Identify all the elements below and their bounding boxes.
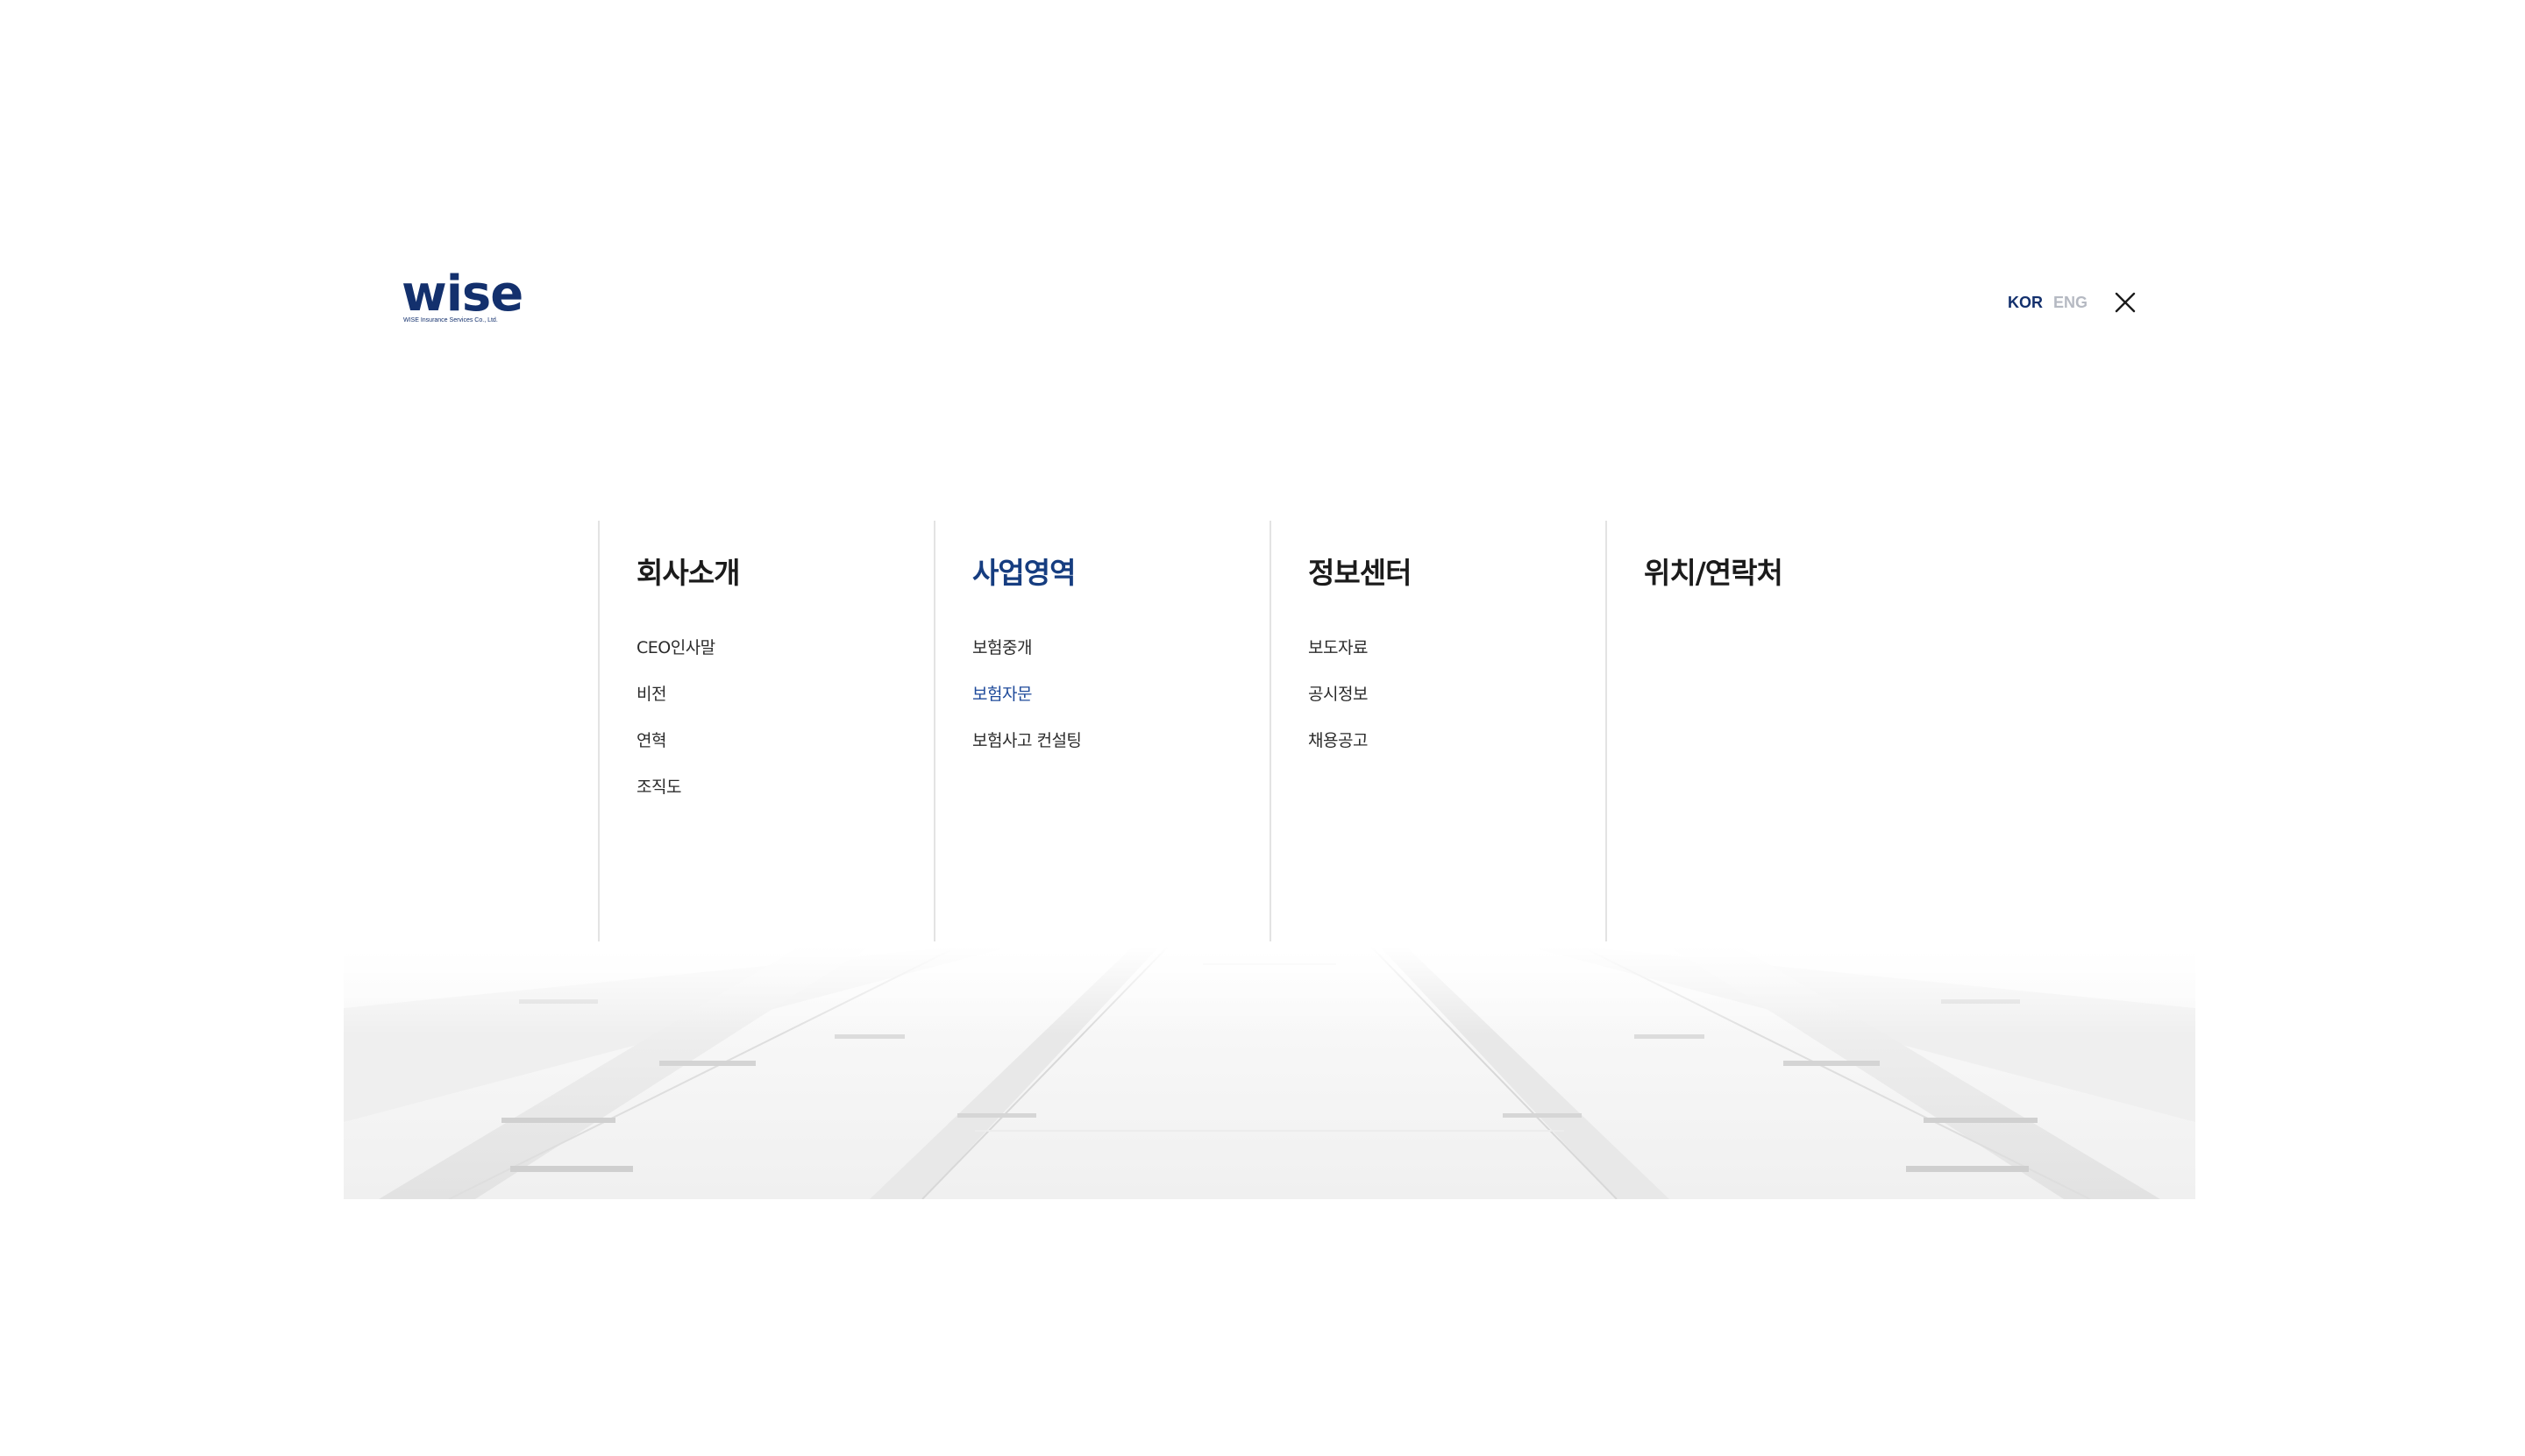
menu-column-business: 사업영역 보험중개 보험자문 보험사고 컨설팅: [934, 521, 1270, 941]
language-switch: KOR ENG: [2008, 293, 2088, 312]
menu-column-company: 회사소개 CEO인사말 비전 연혁 조직도: [598, 521, 934, 941]
company-logo[interactable]: wise WISE Insurance Services Co., Ltd.: [402, 268, 523, 328]
submenu-info: 보도자료 공시정보 채용공고: [1308, 636, 1605, 752]
menu-title-company[interactable]: 회사소개: [637, 556, 934, 591]
submenu-item-ceo-message[interactable]: CEO인사말: [637, 636, 934, 659]
menu-title-info[interactable]: 정보센터: [1308, 556, 1605, 591]
building-perspective-graphic: [344, 947, 2195, 1199]
submenu-item-claims-consulting[interactable]: 보험사고 컨설팅: [972, 729, 1270, 752]
menu-column-info: 정보센터 보도자료 공시정보 채용공고: [1270, 521, 1605, 941]
submenu-item-disclosure[interactable]: 공시정보: [1308, 683, 1605, 706]
lang-kor-link[interactable]: KOR: [2008, 294, 2043, 312]
lang-eng-link[interactable]: ENG: [2053, 294, 2088, 312]
menu-title-location[interactable]: 위치/연락처: [1644, 556, 1941, 591]
fullscreen-menu: wise WISE Insurance Services Co., Ltd. K…: [0, 0, 2525, 1456]
submenu-item-vision[interactable]: 비전: [637, 683, 934, 706]
close-icon: [2115, 292, 2136, 313]
submenu-item-advisory[interactable]: 보험자문: [972, 683, 1270, 706]
submenu-item-press[interactable]: 보도자료: [1308, 636, 1605, 659]
submenu-company: CEO인사말 비전 연혁 조직도: [637, 636, 934, 799]
logo-tagline: WISE Insurance Services Co., Ltd.: [403, 317, 498, 323]
submenu-item-history[interactable]: 연혁: [637, 729, 934, 752]
submenu-item-organization[interactable]: 조직도: [637, 776, 934, 799]
building-background-image: [344, 947, 2195, 1199]
logo-wordmark: wise: [402, 266, 523, 323]
submenu-item-recruit[interactable]: 채용공고: [1308, 729, 1605, 752]
submenu-item-brokerage[interactable]: 보험중개: [972, 636, 1270, 659]
menu-column-location: 위치/연락처: [1605, 521, 1941, 941]
menu-title-business[interactable]: 사업영역: [972, 556, 1270, 591]
submenu-business: 보험중개 보험자문 보험사고 컨설팅: [972, 636, 1270, 752]
site-menu: 회사소개 CEO인사말 비전 연혁 조직도 사업영역 보험중개 보험자문 보험사…: [598, 521, 1941, 941]
close-menu-button[interactable]: [2113, 290, 2137, 315]
